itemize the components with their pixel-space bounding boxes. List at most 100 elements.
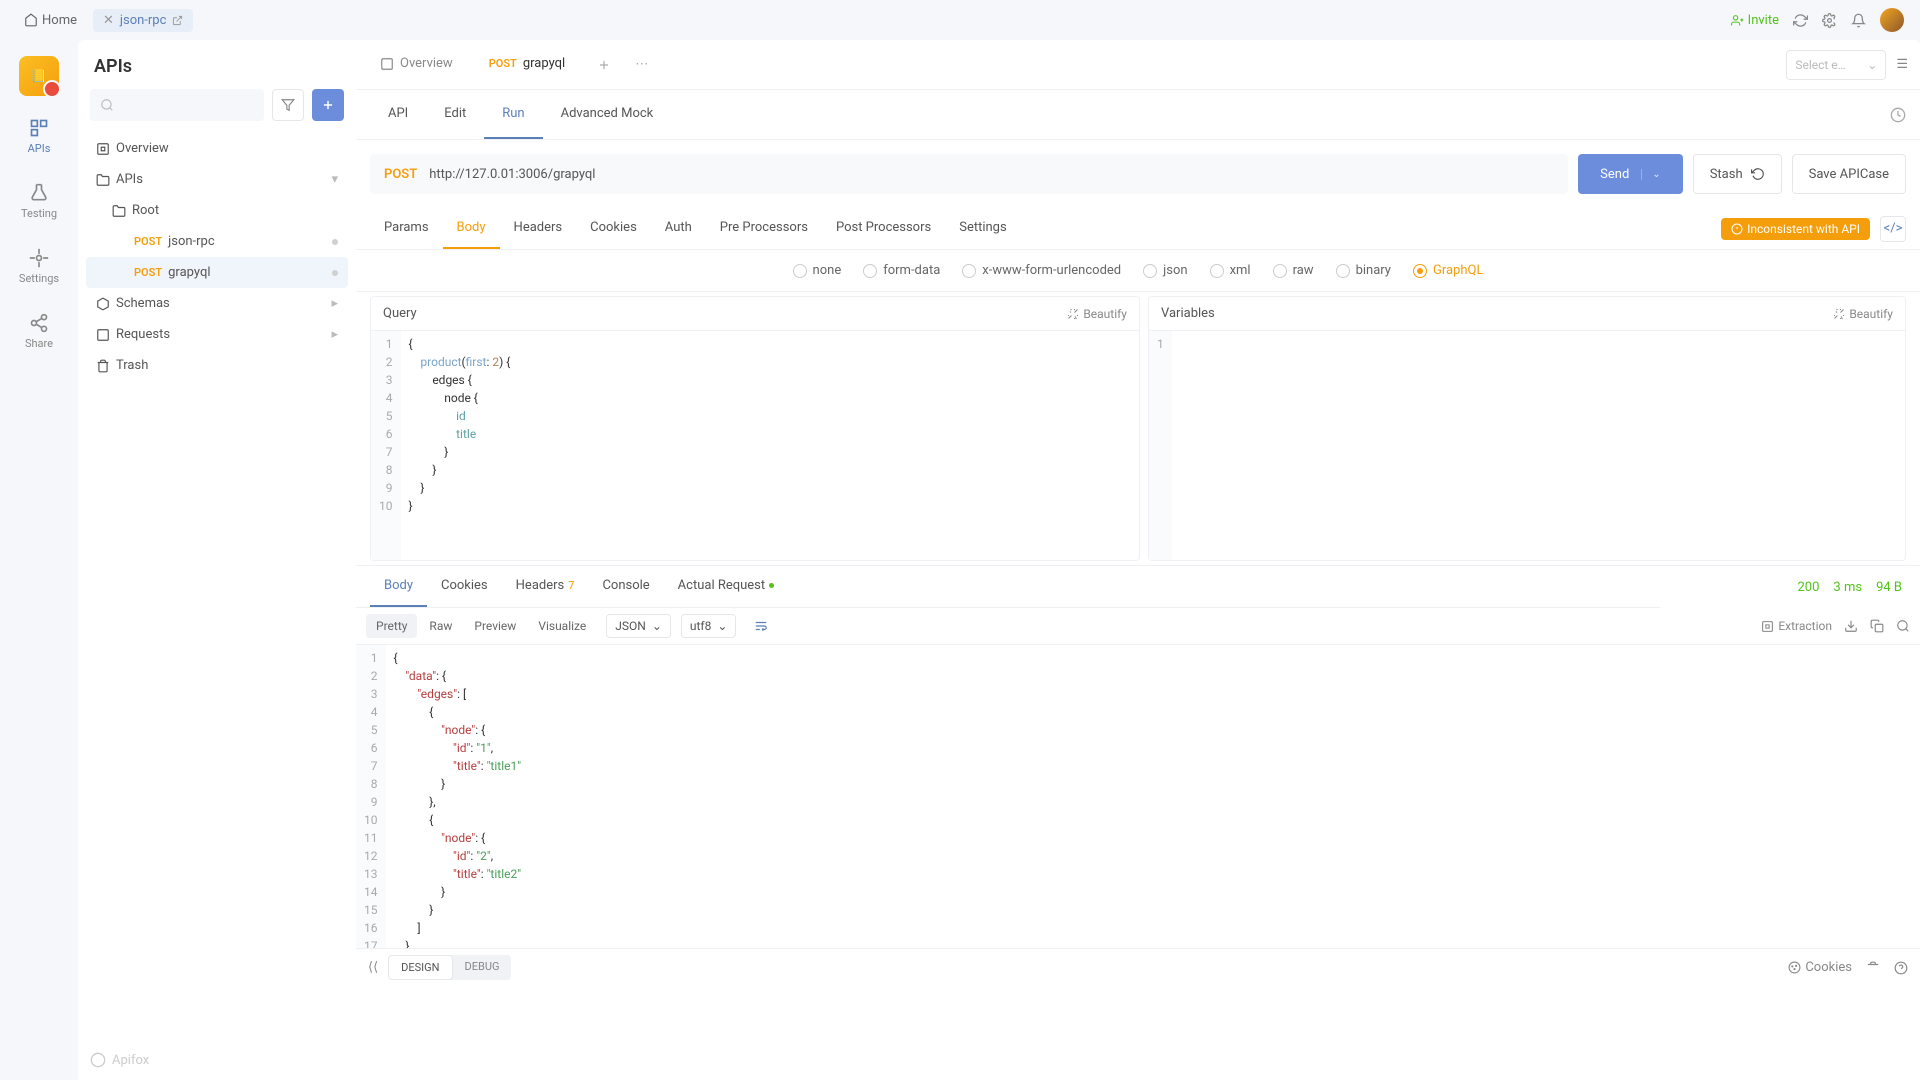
reqtab-settings[interactable]: Settings: [945, 208, 1020, 249]
resp-tab-body[interactable]: Body: [370, 566, 427, 607]
subtab-edit[interactable]: Edit: [426, 90, 484, 139]
tab-more-button[interactable]: ⋯: [625, 40, 658, 89]
view-raw[interactable]: Raw: [419, 614, 462, 638]
reqtab-cookies[interactable]: Cookies: [576, 208, 651, 249]
cookies-button[interactable]: Cookies: [1788, 960, 1852, 975]
workspace-tab[interactable]: ✕ json-rpc: [93, 9, 193, 32]
reqtab-params[interactable]: Params: [370, 208, 443, 249]
extraction-button[interactable]: Extraction: [1761, 619, 1832, 633]
invite-button[interactable]: Invite: [1731, 13, 1779, 28]
add-button[interactable]: [312, 89, 344, 121]
environment-select[interactable]: Select e… ⌄: [1786, 50, 1886, 80]
app-logo[interactable]: 📒: [19, 56, 59, 96]
code-snippet-button[interactable]: </>: [1880, 216, 1906, 242]
resp-tab-headers[interactable]: Headers7: [502, 566, 589, 607]
tree-trash[interactable]: Trash: [86, 350, 348, 381]
encoding-select[interactable]: utf8⌄: [681, 614, 737, 638]
bodytype-xml[interactable]: xml: [1210, 263, 1251, 278]
send-button[interactable]: Send ⌄: [1578, 154, 1683, 194]
gear-icon[interactable]: [1822, 13, 1837, 28]
bodytype-binary[interactable]: binary: [1336, 263, 1391, 278]
status-code: 200: [1798, 580, 1820, 595]
wrap-button[interactable]: [746, 615, 776, 637]
copy-icon[interactable]: [1870, 619, 1884, 633]
refresh-icon[interactable]: [1793, 13, 1808, 28]
tree-endpoint-grapyql[interactable]: POST grapyql: [86, 257, 348, 288]
save-case-button[interactable]: Save APICase: [1792, 154, 1906, 194]
plus-icon: [597, 58, 611, 72]
method-badge: POST: [134, 266, 162, 279]
vars-code[interactable]: 1: [1149, 331, 1905, 560]
help-icon[interactable]: [1894, 961, 1908, 975]
body-type-row: none form-data x-www-form-urlencoded jso…: [356, 250, 1920, 292]
rail-apis[interactable]: APIs: [0, 112, 78, 161]
resp-tab-actual[interactable]: Actual Request: [664, 566, 788, 607]
tree-apis[interactable]: APIs ▾: [86, 164, 348, 195]
rail-settings[interactable]: Settings: [0, 242, 78, 291]
gutter: 1: [1149, 331, 1172, 560]
tab-label: Overview: [400, 56, 453, 71]
response-code[interactable]: 123456789101112131415161718 { "data": { …: [356, 645, 1920, 948]
close-icon[interactable]: ✕: [103, 13, 114, 28]
bodytype-graphql[interactable]: GraphQL: [1413, 263, 1483, 278]
history-icon[interactable]: [1890, 107, 1906, 123]
home-button[interactable]: Home: [16, 9, 85, 32]
inconsistent-badge[interactable]: Inconsistent with API: [1721, 218, 1870, 240]
tree-schemas[interactable]: Schemas ▸: [86, 288, 348, 319]
bell-icon[interactable]: [1851, 13, 1866, 28]
tree-overview[interactable]: Overview: [86, 133, 348, 164]
tab-label: grapyql: [523, 56, 565, 71]
bodytype-json[interactable]: json: [1143, 263, 1187, 278]
tree-requests[interactable]: Requests ▸: [86, 319, 348, 350]
new-tab-button[interactable]: [583, 40, 625, 89]
rail-testing[interactable]: Testing: [0, 177, 78, 226]
bodytype-raw[interactable]: raw: [1273, 263, 1314, 278]
subtab-api[interactable]: API: [370, 90, 426, 139]
reqtab-post[interactable]: Post Processors: [822, 208, 945, 249]
download-icon[interactable]: [1844, 619, 1858, 633]
hamburger-icon[interactable]: ☰: [1896, 57, 1908, 72]
resp-tab-cookies[interactable]: Cookies: [427, 566, 502, 607]
reqtab-body[interactable]: Body: [443, 208, 500, 249]
apis-icon: [29, 118, 49, 138]
search-icon[interactable]: [1896, 619, 1910, 633]
response-header-row: Body Cookies Headers7 Console Actual Req…: [356, 566, 1920, 608]
avatar[interactable]: [1880, 8, 1904, 32]
rail-share[interactable]: Share: [0, 307, 78, 356]
subtab-advanced-mock[interactable]: Advanced Mock: [543, 90, 672, 139]
resp-tab-console[interactable]: Console: [588, 566, 663, 607]
tree-root[interactable]: Root: [86, 195, 348, 226]
bodytype-urlencoded[interactable]: x-www-form-urlencoded: [962, 263, 1121, 278]
tab-overview[interactable]: Overview: [362, 40, 471, 89]
bodytype-none[interactable]: none: [793, 263, 842, 278]
tab-grapyql[interactable]: POST grapyql: [471, 40, 584, 89]
mode-design[interactable]: DESIGN: [388, 955, 452, 980]
format-label: JSON: [615, 619, 646, 633]
beautify-button[interactable]: Beautify: [1833, 307, 1893, 321]
view-pretty[interactable]: Pretty: [366, 614, 417, 638]
format-select[interactable]: JSON⌄: [606, 614, 671, 638]
bodytype-form-data[interactable]: form-data: [863, 263, 940, 278]
clear-icon[interactable]: [1866, 961, 1880, 975]
chevron-down-icon[interactable]: ⌄: [1641, 169, 1660, 180]
stash-button[interactable]: Stash: [1693, 154, 1782, 194]
undo-icon[interactable]: [1751, 167, 1765, 181]
reqtab-auth[interactable]: Auth: [651, 208, 706, 249]
view-visualize[interactable]: Visualize: [528, 614, 596, 638]
query-code[interactable]: 12345678910 { product(first: 2) { edges …: [371, 331, 1139, 560]
tree-endpoint-json-rpc[interactable]: POST json-rpc: [86, 226, 348, 257]
url-input[interactable]: POST http://127.0.01:3006/grapyql: [370, 154, 1568, 194]
search-input[interactable]: [90, 89, 264, 121]
subtab-run[interactable]: Run: [484, 90, 542, 139]
mode-debug[interactable]: DEBUG: [453, 955, 512, 980]
code-lines: [1172, 331, 1905, 560]
beautify-button[interactable]: Beautify: [1067, 307, 1127, 321]
reqtab-pre[interactable]: Pre Processors: [706, 208, 822, 249]
reqtab-headers[interactable]: Headers: [500, 208, 577, 249]
view-preview[interactable]: Preview: [464, 614, 526, 638]
resp-tab-label: Headers: [516, 578, 565, 593]
chevron-down-icon: ⌄: [1867, 58, 1877, 72]
collapse-button[interactable]: ⟨⟨: [368, 960, 378, 975]
overview-icon: [96, 142, 110, 156]
filter-button[interactable]: [272, 89, 304, 121]
